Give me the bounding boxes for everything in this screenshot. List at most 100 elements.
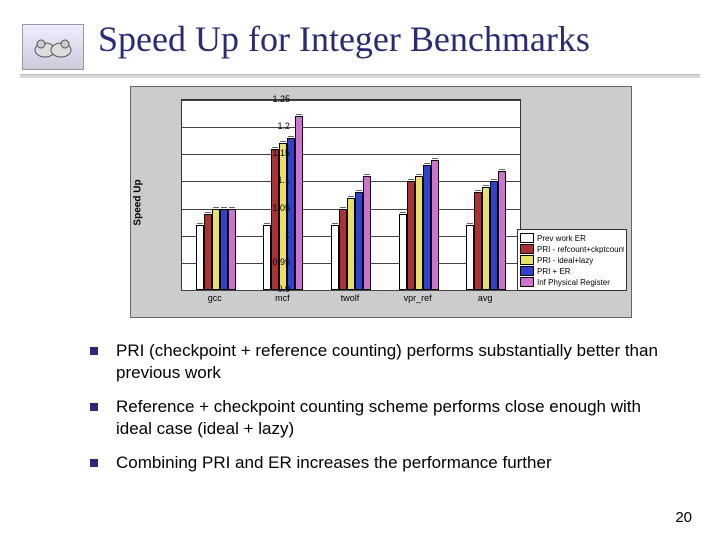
gridline	[182, 100, 520, 101]
gridline	[182, 154, 520, 155]
bar	[498, 171, 506, 290]
bullet-text: Combining PRI and ER increases the perfo…	[116, 452, 552, 474]
logo	[22, 24, 84, 70]
bar	[474, 192, 482, 290]
bullet-item: PRI (checkpoint + reference counting) pe…	[90, 340, 680, 384]
bullet-item: Combining PRI and ER increases the perfo…	[90, 452, 680, 474]
bar-top-line	[296, 114, 302, 115]
x-tick-label: avg	[478, 293, 493, 303]
bar-top-line	[432, 158, 438, 159]
bar	[295, 116, 303, 290]
legend-swatch	[520, 255, 534, 265]
bar	[415, 176, 423, 290]
bar-top-line	[348, 196, 354, 197]
bar	[363, 176, 371, 290]
x-tick-label: gcc	[208, 293, 222, 303]
page-number: 20	[675, 509, 692, 526]
legend-swatch	[520, 233, 534, 243]
bar	[220, 209, 228, 290]
legend-item: Inf Physical Register	[520, 277, 624, 287]
legend-swatch	[520, 244, 534, 254]
bar	[204, 214, 212, 290]
legend-label: PRI - refcount+ckptcount	[537, 245, 624, 254]
bar-top-line	[491, 179, 497, 180]
bar	[490, 181, 498, 290]
bar-top-line	[364, 174, 370, 175]
y-tick-label: 1.1	[260, 175, 290, 185]
slide: Speed Up for Integer Benchmarks Speed Up…	[0, 0, 720, 540]
gridline	[182, 127, 520, 128]
bar-top-line	[229, 207, 235, 208]
y-tick-label: 1	[260, 230, 290, 240]
bar	[196, 225, 204, 290]
y-tick-label: 0.95	[260, 257, 290, 267]
plot-area	[181, 99, 521, 291]
bar-top-line	[213, 207, 219, 208]
bar-top-line	[424, 163, 430, 164]
bar	[228, 209, 236, 290]
legend-item: PRI - ideal+lazy	[520, 255, 624, 265]
gridline	[182, 181, 520, 182]
bar	[355, 192, 363, 290]
bar-top-line	[416, 174, 422, 175]
legend-item: Prev work ER	[520, 233, 624, 243]
legend-label: PRI + ER	[537, 267, 571, 276]
bullet-marker-icon	[90, 403, 98, 411]
bar-top-line	[408, 179, 414, 180]
legend-label: PRI - ideal+lazy	[537, 256, 593, 265]
bar-top-line	[205, 212, 211, 213]
legend-item: PRI + ER	[520, 266, 624, 276]
x-tick-label: mcf	[275, 293, 290, 303]
cow-icon	[29, 32, 77, 62]
bullet-list: PRI (checkpoint + reference counting) pe…	[90, 340, 680, 486]
bullet-text: PRI (checkpoint + reference counting) pe…	[116, 340, 680, 384]
bar-top-line	[356, 190, 362, 191]
slide-title: Speed Up for Integer Benchmarks	[98, 18, 590, 60]
bullet-text: Reference + checkpoint counting scheme p…	[116, 396, 680, 440]
bar-top-line	[467, 223, 473, 224]
bar-top-line	[332, 223, 338, 224]
bar	[287, 138, 295, 290]
bar-top-line	[288, 136, 294, 137]
bar	[423, 165, 431, 290]
bar	[399, 214, 407, 290]
bar-top-line	[400, 212, 406, 213]
legend: Prev work ER PRI - refcount+ckptcount PRI …	[517, 229, 627, 291]
bar-top-line	[475, 190, 481, 191]
bar	[407, 181, 415, 290]
bar	[431, 160, 439, 290]
legend-label: Inf Physical Register	[537, 278, 610, 287]
bar-top-line	[340, 207, 346, 208]
bar-top-line	[221, 207, 227, 208]
title-underline	[20, 74, 700, 78]
bar	[212, 209, 220, 290]
bar-top-line	[197, 223, 203, 224]
bar	[339, 209, 347, 290]
bullet-marker-icon	[90, 347, 98, 355]
y-tick-label: 1.15	[260, 148, 290, 158]
bar-top-line	[483, 185, 489, 186]
legend-swatch	[520, 266, 534, 276]
bar-top-line	[264, 223, 270, 224]
bar	[482, 187, 490, 290]
y-axis-label: Speed Up	[131, 87, 145, 317]
y-tick-label: 1.2	[260, 121, 290, 131]
x-tick-label: vpr_ref	[404, 293, 432, 303]
bar	[331, 225, 339, 290]
x-tick-label: twolf	[341, 293, 360, 303]
bullet-marker-icon	[90, 459, 98, 467]
bar	[279, 143, 287, 290]
bullet-item: Reference + checkpoint counting scheme p…	[90, 396, 680, 440]
legend-item: PRI - refcount+ckptcount	[520, 244, 624, 254]
gridline	[182, 290, 520, 291]
legend-swatch	[520, 277, 534, 287]
bar	[271, 149, 279, 290]
bar	[466, 225, 474, 290]
legend-label: Prev work ER	[537, 234, 586, 243]
y-tick-label: 1.25	[260, 94, 290, 104]
bar-top-line	[499, 169, 505, 170]
bar	[347, 198, 355, 290]
chart-frame: Speed Up width 4 Prev work ERPRI - refco…	[130, 86, 632, 318]
y-tick-label: 1.05	[260, 203, 290, 213]
bar-top-line	[280, 141, 286, 142]
